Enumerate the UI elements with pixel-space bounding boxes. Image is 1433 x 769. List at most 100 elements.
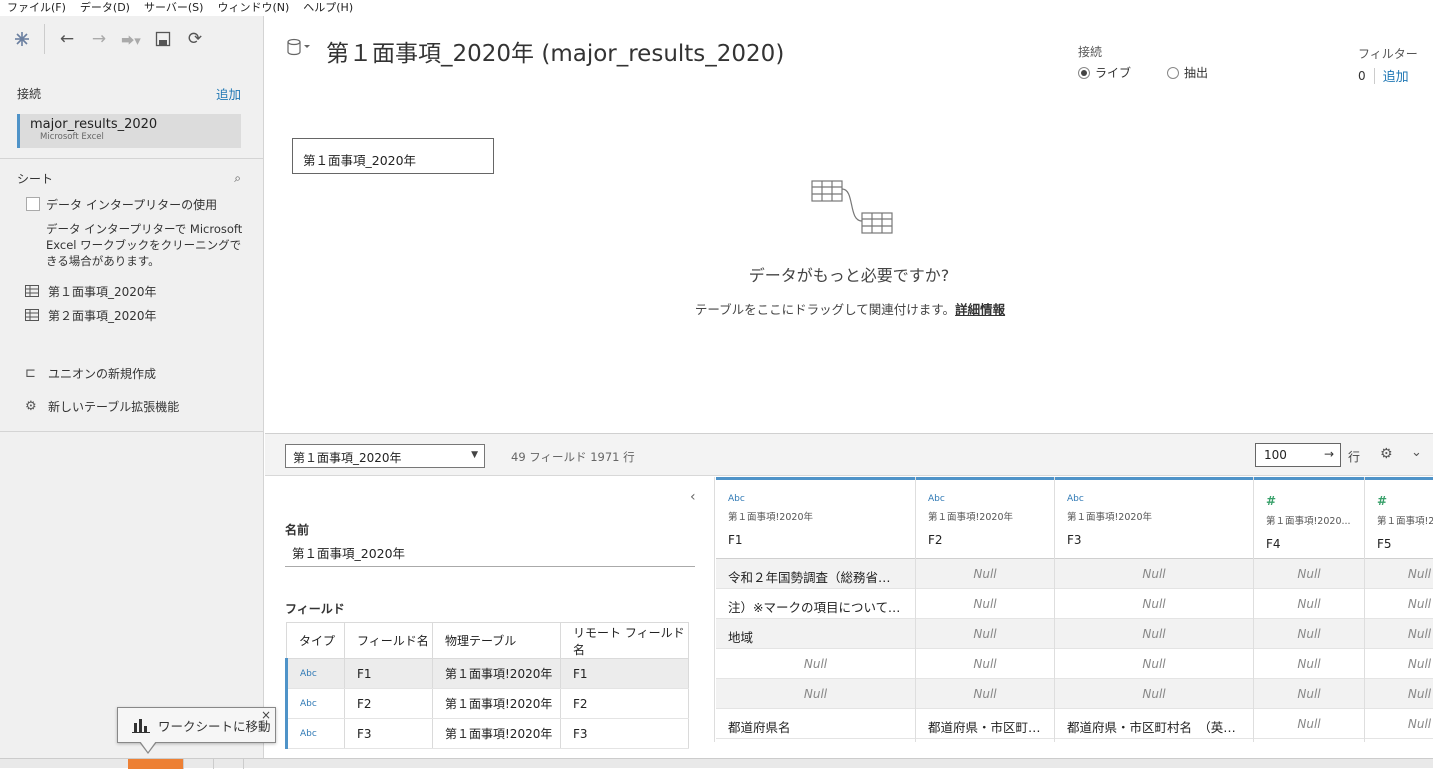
type-abc-icon[interactable]: Abc (1067, 494, 1253, 504)
apply-arrow-icon[interactable]: → (1324, 447, 1334, 461)
connections-label: 接続 (17, 86, 42, 101)
table-pill[interactable]: 第１面事項_2020年 (292, 138, 494, 174)
grid-cell[interactable]: Null (1055, 679, 1253, 709)
grid-cell[interactable]: Null (916, 649, 1054, 679)
type-abc-icon[interactable]: Abc (928, 494, 1054, 504)
field-name-cell[interactable]: F2 (344, 688, 433, 719)
grid-cell[interactable]: Null (916, 619, 1054, 649)
physical-table-cell: 第１面事項!2020年 (432, 688, 561, 719)
grid-cell[interactable]: 都道府県名 (716, 709, 915, 739)
grid-cell[interactable]: Null (916, 559, 1054, 589)
database-icon[interactable] (286, 38, 312, 56)
filter-count: 0 (1358, 68, 1366, 83)
type-number-icon[interactable]: # (1377, 494, 1433, 508)
save-icon[interactable] (151, 27, 175, 51)
menu-data[interactable]: データ(D) (73, 0, 137, 16)
interpreter-checkbox-row[interactable]: データ インタープリターの使用 (0, 195, 263, 213)
menu-help[interactable]: ヘルプ(H) (296, 0, 360, 16)
grid-cell[interactable]: Null (1365, 649, 1433, 679)
type-number-icon[interactable]: # (1266, 494, 1364, 508)
grid-cell[interactable]: Null (1055, 619, 1253, 649)
grid-cell[interactable]: 都道府県・市区町村名 （英語） (1055, 709, 1253, 739)
add-filter-link[interactable]: 追加 (1383, 66, 1409, 85)
rows-input[interactable]: 100 → (1255, 443, 1341, 467)
type-abc-icon[interactable]: Abc (285, 718, 345, 749)
grid-cell[interactable]: 地域 (716, 619, 915, 649)
grid-cell[interactable]: Null (916, 679, 1054, 709)
column-header[interactable]: Abc 第１面事項!2020年 F1 (716, 477, 915, 559)
column-header[interactable]: Abc 第１面事項!2020年 F3 (1055, 477, 1253, 559)
chevron-down-icon[interactable]: ⌄ (1411, 445, 1422, 460)
menu-server[interactable]: サーバー(S) (137, 0, 210, 16)
back-arrow-icon[interactable]: ← (55, 27, 79, 51)
column-header-field-name[interactable]: フィールド名 (344, 622, 433, 659)
table-row[interactable]: Abc F2 第１面事項!2020年 F2 (285, 688, 689, 719)
add-connection-link[interactable]: 追加 (216, 84, 241, 103)
table-row[interactable]: Abc F3 第１面事項!2020年 F3 (285, 718, 689, 749)
grid-cell[interactable]: Null (1254, 649, 1364, 679)
column-header[interactable]: # 第１面事項!2020年 F5 (1365, 477, 1433, 559)
type-abc-icon[interactable]: Abc (285, 688, 345, 719)
field-name-cell[interactable]: F3 (344, 718, 433, 749)
fields-label: フィールド (285, 602, 345, 616)
field-name-cell[interactable]: F1 (344, 658, 433, 689)
grid-cell[interactable]: Null (1254, 589, 1364, 619)
forward-arrow-icon[interactable]: → (87, 27, 111, 51)
column-header-physical-table[interactable]: 物理テーブル (432, 622, 561, 659)
gear-icon[interactable]: ⚙ (1380, 446, 1393, 462)
extract-radio[interactable] (1167, 66, 1180, 79)
interpreter-checkbox[interactable] (26, 197, 40, 211)
go-to-worksheet-tooltip[interactable]: ワークシートに移動 × (117, 707, 276, 743)
table-select[interactable]: 第１面事項_2020年 ▼ (285, 444, 485, 468)
column-header-type[interactable]: タイプ (286, 622, 345, 659)
grid-cell[interactable]: Null (1365, 679, 1433, 709)
grid-cell[interactable]: Null (1365, 619, 1433, 649)
menu-window[interactable]: ウィンドウ(N) (210, 0, 296, 16)
grid-cell[interactable]: Null (716, 679, 915, 709)
fields-table: タイプ フィールド名 物理テーブル リモート フィールド名 Abc F1 第１面… (285, 622, 689, 749)
grid-cell[interactable]: Null (1254, 559, 1364, 589)
grid-cell[interactable]: Null (716, 649, 915, 679)
grid-cell[interactable]: Null (1365, 709, 1433, 739)
close-icon[interactable]: × (261, 708, 271, 722)
menu-file[interactable]: ファイル(F) (0, 0, 73, 16)
grid-cell[interactable]: 注）※マークの項目については、「参考」 (716, 589, 915, 619)
more-data-text: テーブルをここにドラッグして関連付けます。 (694, 302, 956, 317)
learn-more-link[interactable]: 詳細情報 (955, 302, 1005, 317)
search-icon[interactable]: ⌕ (234, 171, 241, 186)
grid-cell[interactable]: Null (1055, 559, 1253, 589)
new-table-extension-item[interactable]: ⚙ 新しいテーブル拡張機能 (0, 390, 263, 423)
grid-cell[interactable]: Null (916, 589, 1054, 619)
live-radio-label[interactable]: ライブ (1095, 64, 1131, 81)
grid-cell[interactable]: Null (1365, 559, 1433, 589)
column-header[interactable]: # 第１面事項!2020... F4 (1254, 477, 1364, 559)
grid-cell[interactable]: Null (1254, 619, 1364, 649)
grid-cell[interactable]: Null (1365, 589, 1433, 619)
grid-cell[interactable]: Null (1055, 589, 1253, 619)
grid-cell[interactable]: 令和２年国勢調査（総務省統計局） (716, 559, 915, 589)
live-radio[interactable] (1078, 66, 1090, 79)
relate-tables-icon (811, 180, 893, 234)
column-name: F3 (1067, 533, 1082, 547)
new-union-item[interactable]: ⊏ ユニオンの新規作成 (0, 357, 263, 390)
grid-cell[interactable]: Null (1055, 649, 1253, 679)
name-field[interactable]: 第１面事項_2020年 (285, 543, 695, 567)
type-abc-icon[interactable]: Abc (728, 494, 915, 504)
table-row[interactable]: Abc F1 第１面事項!2020年 F1 (285, 658, 689, 689)
grid-cell[interactable]: Null (1254, 679, 1364, 709)
column-header[interactable]: Abc 第１面事項!2020年 F2 (916, 477, 1054, 559)
redo-dropdown-icon[interactable]: ⮕▾ (119, 27, 143, 51)
sheet-item[interactable]: 第２面事項_2020年 (0, 303, 263, 327)
sheet-item[interactable]: 第１面事項_2020年 (0, 279, 263, 303)
new-table-extension-label: 新しいテーブル拡張機能 (48, 400, 180, 414)
type-abc-icon[interactable]: Abc (285, 658, 345, 689)
extract-radio-label[interactable]: 抽出 (1184, 64, 1208, 81)
collapse-left-icon[interactable]: ‹ (690, 489, 696, 505)
grid-cell[interactable]: 都道府県・市区町村名 (916, 709, 1054, 739)
tableau-logo-icon[interactable] (10, 27, 34, 51)
grid-cell[interactable]: Null (1254, 709, 1364, 739)
refresh-icon[interactable]: ⟳ (183, 27, 207, 51)
connection-item[interactable]: major_results_2020 Microsoft Excel (17, 114, 241, 148)
column-header-remote-field-name[interactable]: リモート フィールド名 (560, 622, 689, 659)
data-source-title[interactable]: 第１面事項_2020年 (major_results_2020) (326, 34, 784, 68)
